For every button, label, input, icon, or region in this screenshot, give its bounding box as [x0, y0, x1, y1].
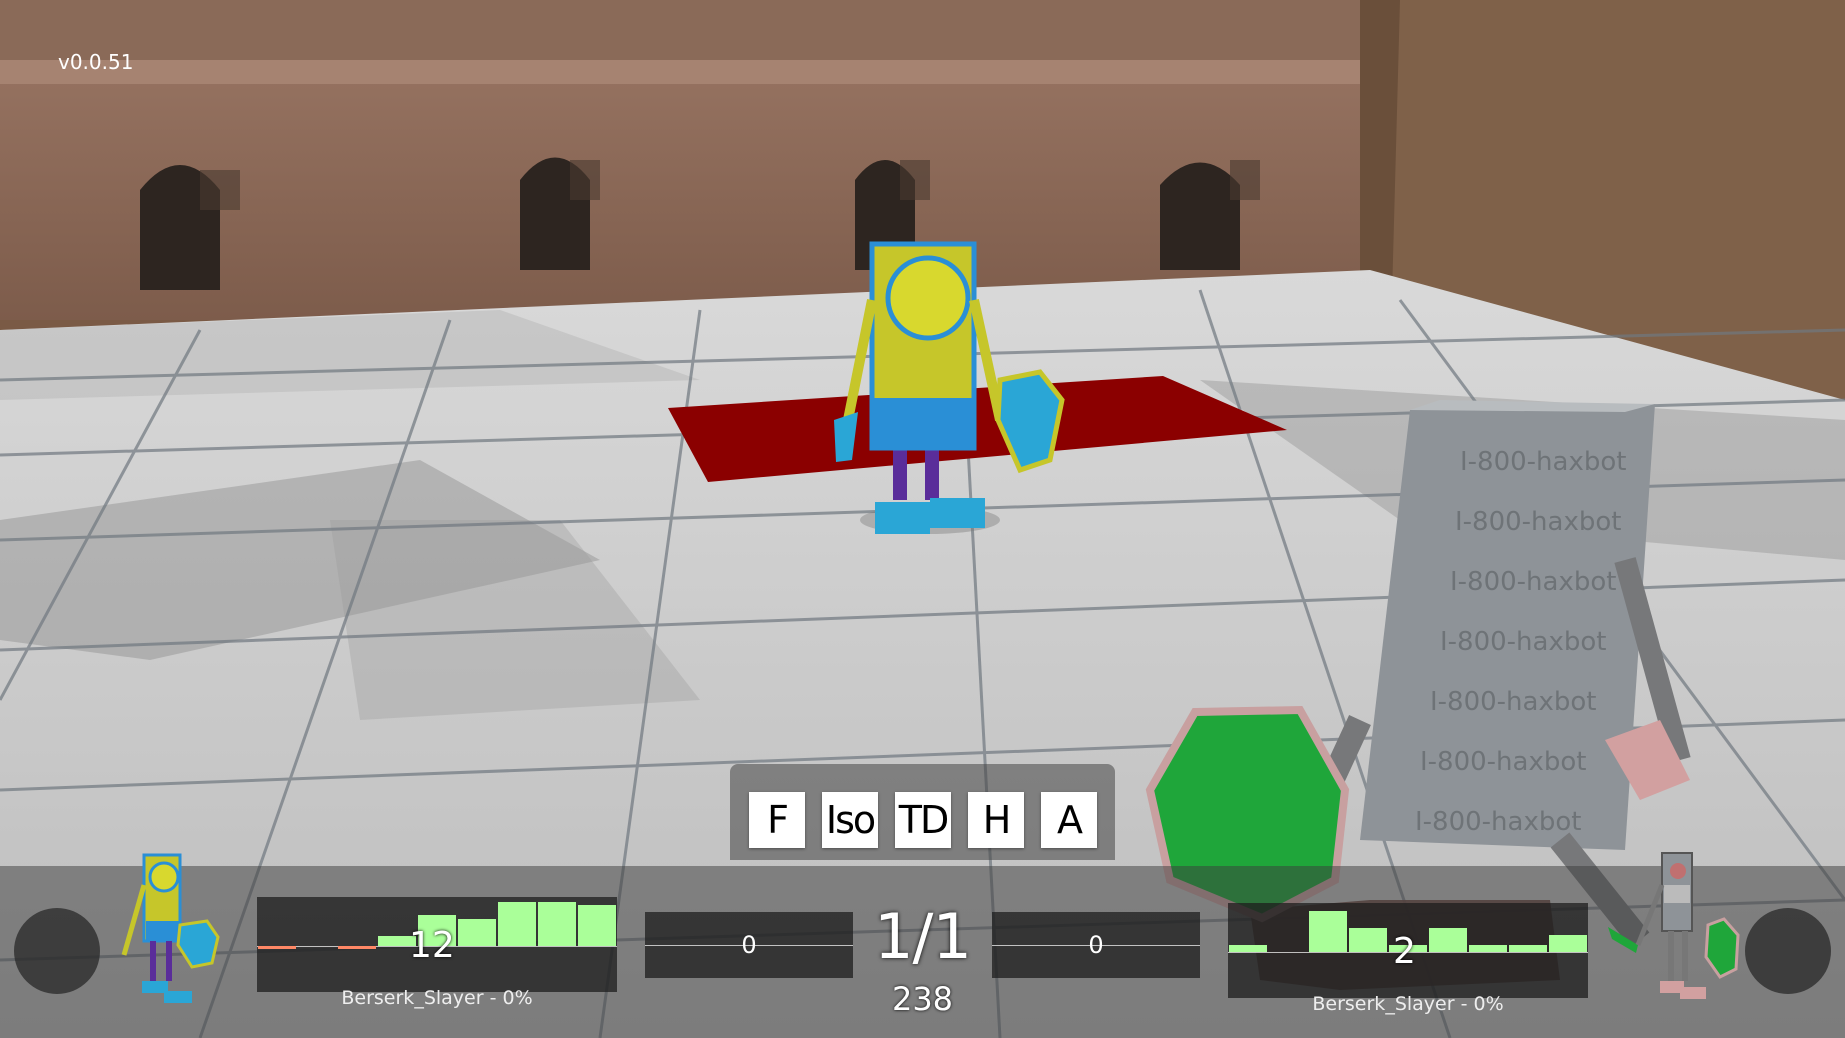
left-history-bar: [538, 901, 576, 946]
haxbot-text-6: I-800-haxbot: [1420, 747, 1586, 777]
right-side-panel: 0: [992, 912, 1200, 978]
right-player-name: Berserk_Slayer - 0%: [1312, 993, 1504, 1015]
haxbot-text-7: I-800-haxbot: [1415, 807, 1581, 837]
view-h-button[interactable]: H: [968, 792, 1024, 848]
left-score-graph: 12: [257, 897, 617, 992]
left-history-bar: [338, 946, 376, 949]
view-iso-button[interactable]: Iso: [822, 792, 878, 848]
left-history-bar: [258, 946, 296, 949]
left-joystick[interactable]: [14, 908, 100, 994]
left-score: 12: [409, 925, 455, 966]
right-history-bar: [1429, 928, 1467, 952]
left-side-score: 0: [741, 931, 757, 959]
haxbot-text-3: I-800-haxbot: [1450, 567, 1616, 597]
view-a-button[interactable]: A: [1041, 792, 1097, 848]
view-topdown-button[interactable]: TD: [895, 792, 951, 848]
left-side-panel: 0: [645, 912, 853, 978]
right-history-bar: [1349, 928, 1387, 952]
left-player-avatar: [121, 853, 220, 1003]
right-history-bar: [1309, 911, 1347, 952]
haxbot-text-1: I-800-haxbot: [1460, 447, 1626, 477]
right-history-bar: [1469, 945, 1507, 952]
left-history-bar: [498, 901, 536, 946]
right-history-bar: [1549, 935, 1587, 952]
version-label: v0.0.51: [58, 50, 134, 74]
right-player-avatar: [1608, 852, 1740, 999]
haxbot-text-5: I-800-haxbot: [1430, 687, 1596, 717]
right-score: 2: [1393, 931, 1416, 972]
round-counter: 1/1: [874, 900, 972, 973]
haxbot-text-4: I-800-haxbot: [1440, 627, 1606, 657]
left-player-name: Berserk_Slayer - 0%: [341, 987, 533, 1009]
haxbot-text-2: I-800-haxbot: [1455, 507, 1621, 537]
view-front-button[interactable]: F: [749, 792, 805, 848]
right-history-bar: [1229, 945, 1267, 952]
right-joystick[interactable]: [1745, 908, 1831, 994]
right-side-score: 0: [1088, 931, 1104, 959]
left-history-bar: [578, 905, 616, 946]
right-score-graph: 2: [1228, 903, 1588, 998]
match-timer: 238: [891, 980, 954, 1018]
right-history-bar: [1509, 945, 1547, 952]
left-history-bar: [458, 918, 496, 946]
